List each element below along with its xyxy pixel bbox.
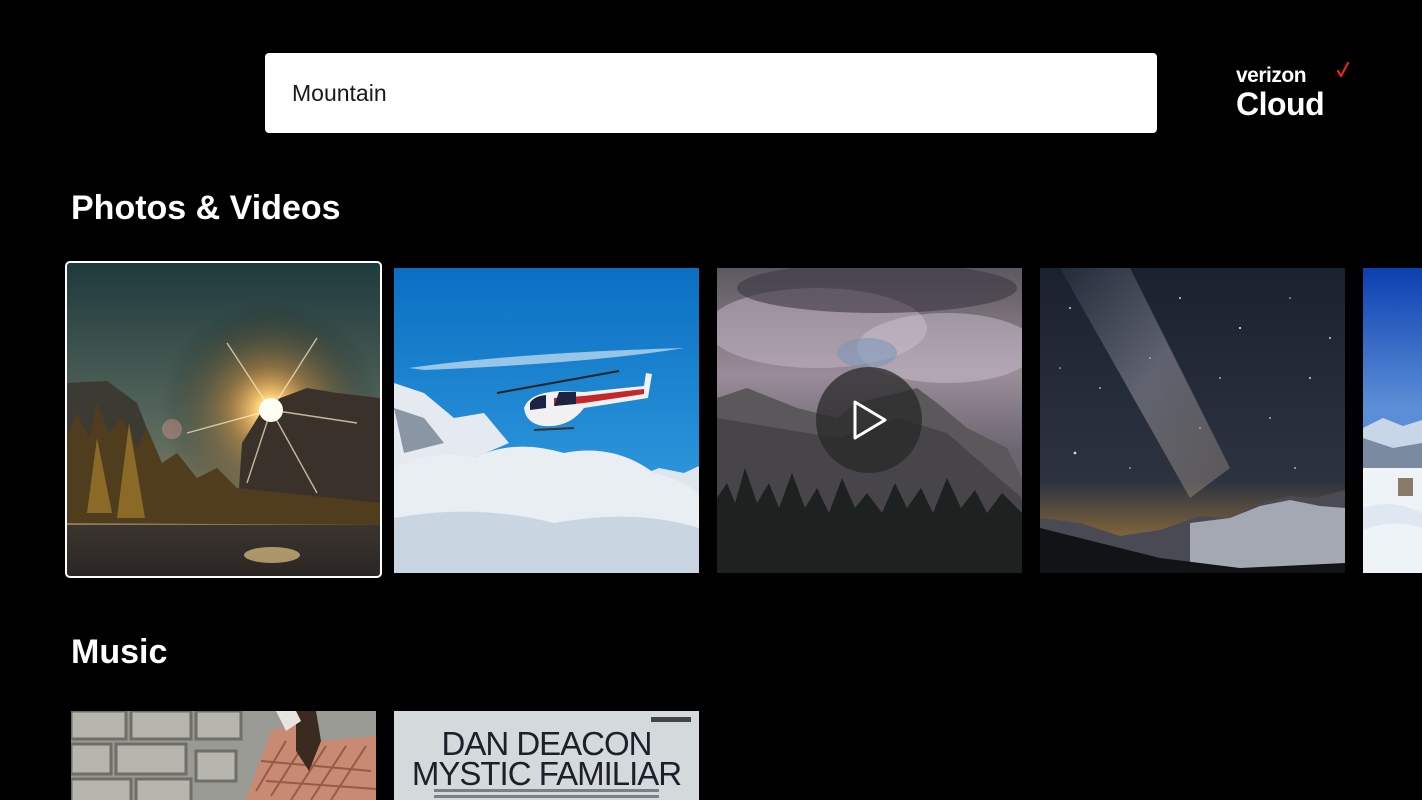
photo-tile-sunburst[interactable] [65,261,382,578]
album-tile-dan-deacon[interactable]: DAN DEACON MYSTIC FAMILIAR [394,711,699,800]
photo-ski-slope-image [1363,268,1422,573]
album-title: MYSTIC FAMILIAR [411,755,682,792]
verizon-cloud-logo: verizon Cloud [1236,62,1356,126]
section-title-photos-videos: Photos & Videos [71,189,341,227]
label-logo-icon [651,717,691,722]
section-title-music: Music [71,633,168,671]
play-icon [853,400,887,440]
search-input[interactable]: Mountain [265,53,1157,133]
photo-sunburst-image [67,263,380,576]
photo-helicopter-image [394,268,699,573]
search-input-value: Mountain [292,79,387,106]
album-art-dan-deacon: DAN DEACON MYSTIC FAMILIAR [394,711,699,800]
logo-line2: Cloud [1236,86,1325,122]
album-tile-1[interactable] [71,711,376,800]
album-art-1 [71,711,376,800]
checkmark-icon [1337,62,1349,78]
photo-tile-milky-way[interactable] [1040,268,1345,573]
play-button[interactable] [816,367,922,473]
photo-tile-ski-slope[interactable] [1363,268,1422,573]
photo-tile-helicopter[interactable] [394,268,699,573]
photo-milky-way-image [1040,268,1345,573]
tracklist-line [434,789,659,792]
tracklist-line [434,795,659,798]
logo-line1: verizon [1236,64,1307,87]
